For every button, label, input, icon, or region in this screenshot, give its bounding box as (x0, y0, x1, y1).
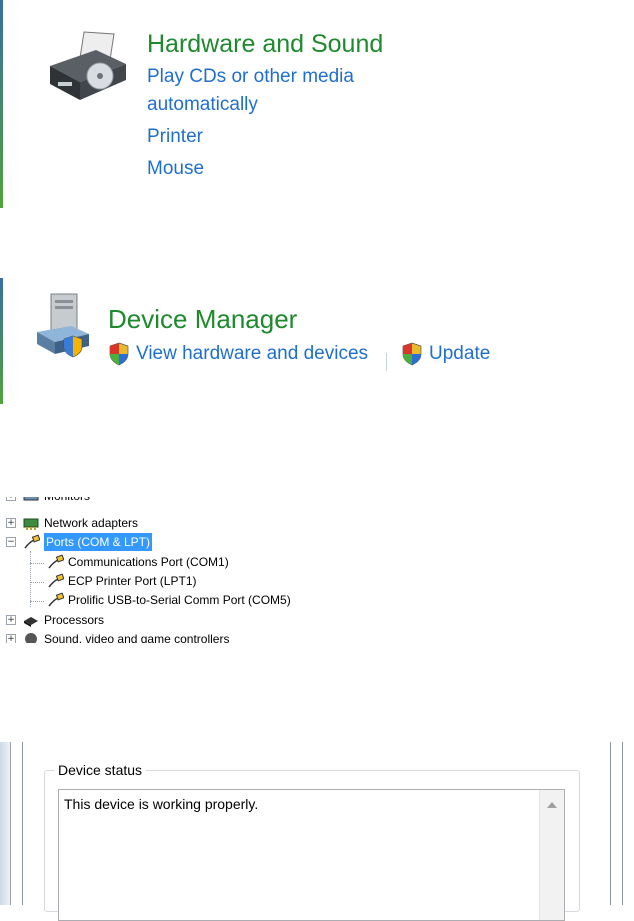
tree-item-label: Processors (44, 613, 105, 627)
vertical-scrollbar[interactable] (539, 790, 564, 920)
play-cds-link-continued[interactable]: automatically (147, 94, 258, 116)
expand-icon[interactable]: + (6, 497, 16, 501)
tree-line (30, 601, 44, 602)
expand-icon[interactable]: + (6, 615, 16, 625)
panel-edge (0, 278, 3, 404)
network-adapter-icon (23, 518, 39, 530)
tree-item-lpt1[interactable]: ECP Printer Port (LPT1) (46, 572, 196, 590)
tree-item-label-selected: Ports (COM & LPT) (44, 533, 153, 551)
window-border (22, 742, 23, 905)
tree-line (30, 563, 44, 564)
device-manager-title[interactable]: Device Manager (108, 304, 297, 335)
collapse-icon[interactable]: − (6, 537, 16, 547)
tree-item-com1[interactable]: Communications Port (COM1) (46, 553, 229, 571)
computer-icon (37, 293, 89, 358)
tree-line (30, 582, 44, 583)
device-manager-panel: Device Manager View hardware and devices… (0, 270, 634, 410)
tree-item-label: Prolific USB-to-Serial Comm Port (COM5) (68, 593, 291, 607)
port-connector-icon (48, 573, 64, 588)
task-separator (386, 352, 388, 371)
mouse-link[interactable]: Mouse (147, 158, 204, 180)
tree-item-label: ECP Printer Port (LPT1) (68, 574, 197, 588)
play-cds-link[interactable]: Play CDs or other media (147, 66, 354, 88)
tree-item-network-adapters[interactable]: + Network adapters (6, 514, 138, 532)
window-border (610, 742, 611, 905)
monitor-icon (23, 497, 39, 501)
expand-icon[interactable]: + (6, 634, 16, 643)
tree-item-sound[interactable]: + Sound, video and game controllers (6, 630, 229, 643)
view-hardware-link[interactable]: View hardware and devices (108, 342, 368, 366)
port-connector-icon (48, 592, 64, 607)
port-connector-icon (24, 534, 40, 549)
printer-icon (50, 31, 126, 100)
tree-item-label: Network adapters (44, 516, 139, 530)
view-hardware-label: View hardware and devices (136, 343, 369, 364)
category-title[interactable]: Hardware and Sound (147, 30, 383, 59)
processor-icon (24, 617, 38, 627)
window-border (622, 742, 623, 905)
update-label: Update (429, 343, 491, 364)
device-status-text: This device is working properly. (64, 796, 259, 812)
device-manager-tasks: View hardware and devices Update (108, 342, 513, 372)
uac-shield-icon (402, 342, 422, 366)
scroll-up-arrow-icon[interactable] (547, 802, 557, 808)
window-border (0, 742, 11, 905)
tree-line (30, 551, 31, 607)
tree-item-ports[interactable]: − Ports (COM & LPT) (6, 533, 153, 551)
tree-item-label: Communications Port (COM1) (68, 555, 229, 569)
device-status-panel: Device status This device is working pro… (0, 742, 634, 921)
expand-icon[interactable]: + (6, 518, 16, 528)
tree-item-processors[interactable]: + Processors (6, 611, 104, 629)
tree-item-label: Monitors (44, 497, 90, 505)
tree-item-com5[interactable]: Prolific USB-to-Serial Comm Port (COM5) (46, 591, 291, 609)
tree-item-monitors[interactable]: + Monitors (6, 497, 90, 505)
device-status-label: Device status (54, 762, 147, 778)
device-status-textbox[interactable]: This device is working properly. (58, 789, 565, 921)
panel-edge (0, 0, 3, 208)
hardware-and-sound-panel: Hardware and Sound Play CDs or other med… (0, 0, 634, 210)
update-link[interactable]: Update (401, 342, 490, 366)
device-tree: + Monitors + Network adapters − Ports (C… (0, 497, 634, 643)
speaker-icon (25, 633, 37, 643)
tree-item-label: Sound, video and game controllers (44, 632, 230, 643)
printer-link[interactable]: Printer (147, 126, 203, 148)
port-connector-icon (48, 554, 64, 569)
uac-shield-icon (109, 342, 129, 366)
